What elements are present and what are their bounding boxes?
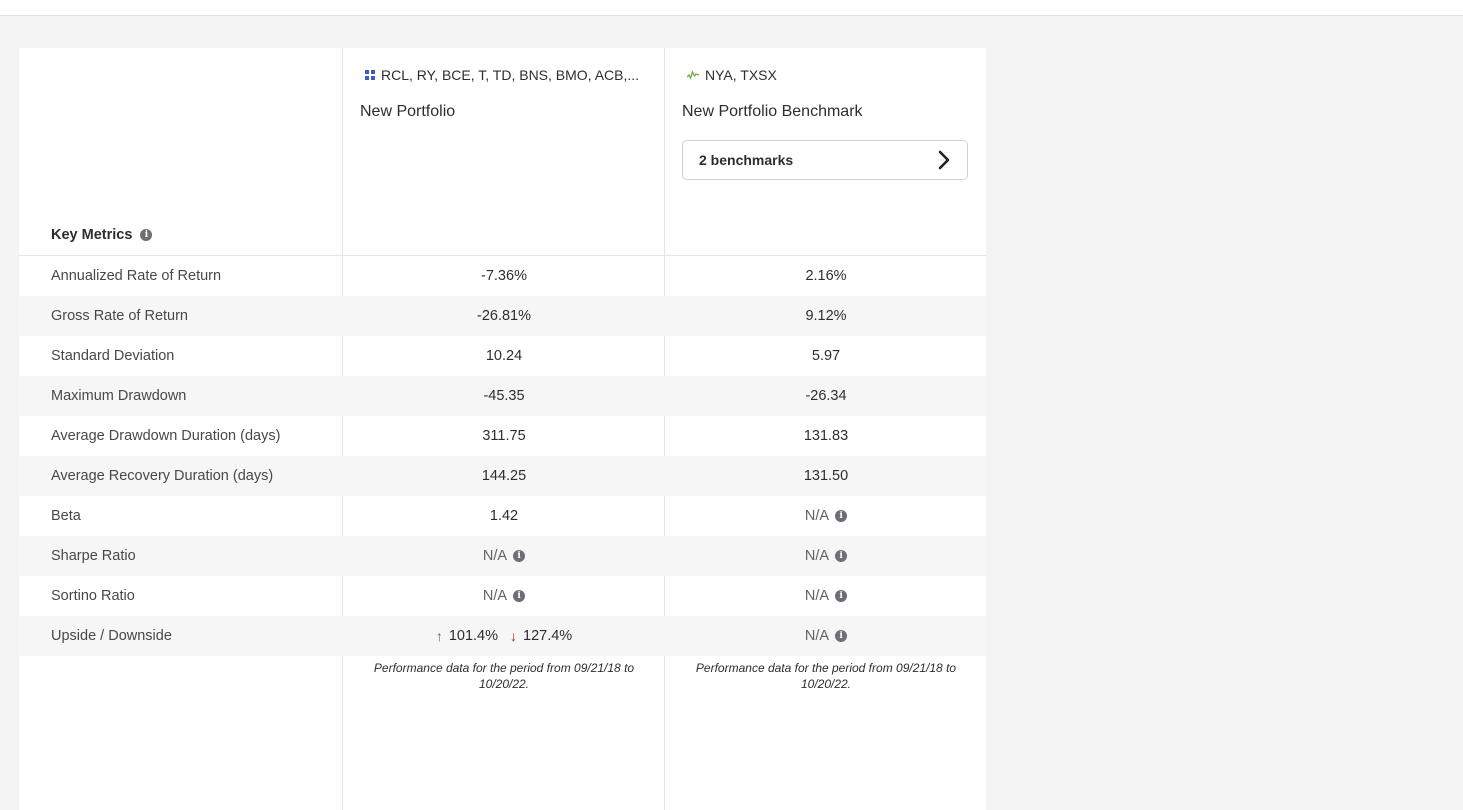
value-text: 5.97 <box>811 348 841 364</box>
benchmark-value: -26.34 <box>665 376 987 416</box>
metric-label: Maximum Drawdown <box>51 388 187 404</box>
portfolio-value: ↑ 101.4% ↓ 127.4% <box>343 616 665 656</box>
portfolio-grid-icon <box>365 70 375 80</box>
metrics-rows: Annualized Rate of Return -7.36% 2.16% G… <box>19 256 986 656</box>
metric-row: Sortino Ratio N/A i N/A i <box>19 576 986 616</box>
metric-label: Standard Deviation <box>51 348 175 364</box>
value-text: -7.36% <box>481 268 527 284</box>
benchmark-value: N/A i <box>665 496 987 536</box>
info-icon[interactable]: i <box>835 590 848 602</box>
benchmark-value: N/A i <box>665 576 987 616</box>
portfolio-value: N/A i <box>343 536 665 576</box>
portfolio-value: -7.36% <box>343 256 665 296</box>
info-icon[interactable]: i <box>835 510 848 522</box>
benchmark-period-note: Performance data for the period from 09/… <box>695 661 957 691</box>
value-text: N/A <box>804 508 830 524</box>
portfolio-value: N/A i <box>343 576 665 616</box>
value-text: 131.50 <box>803 468 849 484</box>
metric-label: Sortino Ratio <box>51 588 135 604</box>
portfolio-value: -26.81% <box>343 296 665 336</box>
benchmark-value: N/A i <box>665 536 987 576</box>
value-text: 2.16% <box>805 268 847 284</box>
portfolio-tickers: RCL, RY, BCE, T, TD, BNS, BMO, ACB,... <box>365 67 639 83</box>
metric-row: Annualized Rate of Return -7.36% 2.16% <box>19 256 986 296</box>
metric-row: Gross Rate of Return -26.81% 9.12% <box>19 296 986 336</box>
portfolio-value: 311.75 <box>343 416 665 456</box>
value-text: 9.12% <box>805 308 847 324</box>
benchmark-line-icon <box>687 70 699 80</box>
benchmark-value: 9.12% <box>665 296 987 336</box>
portfolio-name: New Portfolio <box>360 103 456 120</box>
portfolio-tickers-label: RCL, RY, BCE, T, TD, BNS, BMO, ACB,... <box>381 67 640 83</box>
benchmarks-button-label: 2 benchmarks <box>699 152 794 168</box>
value-text: N/A <box>482 588 508 604</box>
benchmark-column-header: NYA, TXSX New Portfolio Benchmark 2 benc… <box>665 48 986 255</box>
portfolio-value: 10.24 <box>343 336 665 376</box>
value-text: 144.25 <box>481 468 527 484</box>
metric-row: Beta 1.42 N/A i <box>19 496 986 536</box>
value-text: N/A <box>482 548 508 564</box>
metric-label: Gross Rate of Return <box>51 308 188 324</box>
value-text: 1.42 <box>489 508 519 524</box>
metric-label: Sharpe Ratio <box>51 548 136 564</box>
arrow-down-icon: ↓ <box>510 628 517 644</box>
metric-row: Maximum Drawdown -45.35 -26.34 <box>19 376 986 416</box>
portfolio-value: 144.25 <box>343 456 665 496</box>
arrow-up-icon: ↑ <box>435 628 443 644</box>
metric-row: Average Recovery Duration (days) 144.25 … <box>19 456 986 496</box>
benchmark-value: 131.83 <box>665 416 987 456</box>
metric-label: Annualized Rate of Return <box>51 268 222 284</box>
portfolio-value: -45.35 <box>343 376 665 416</box>
metric-label: Upside / Downside <box>51 628 172 644</box>
key-metrics-label: Key Metrics <box>51 227 133 243</box>
benchmark-tickers: NYA, TXSX <box>687 67 777 83</box>
metric-label: Average Drawdown Duration (days) <box>51 428 281 444</box>
value-text: N/A <box>804 548 830 564</box>
info-icon[interactable]: i <box>835 550 848 562</box>
portfolio-column-header: RCL, RY, BCE, T, TD, BNS, BMO, ACB,... N… <box>343 48 664 255</box>
portfolio-period-note: Performance data for the period from 09/… <box>373 661 635 691</box>
benchmark-value: 2.16% <box>665 256 987 296</box>
metric-row: Average Drawdown Duration (days) 311.75 … <box>19 416 986 456</box>
key-metrics-heading: Key Metrics i <box>51 227 153 243</box>
metric-label: Beta <box>51 508 81 524</box>
value-text: -26.81% <box>476 308 531 324</box>
chevron-right-icon <box>938 150 950 170</box>
top-bar <box>0 0 1463 16</box>
info-icon[interactable]: i <box>513 550 526 562</box>
downside-value: 127.4% <box>523 628 573 644</box>
metric-row: Standard Deviation 10.24 5.97 <box>19 336 986 376</box>
benchmarks-button[interactable]: 2 benchmarks <box>682 140 968 180</box>
info-icon[interactable]: i <box>513 590 526 602</box>
value-text: 131.83 <box>803 428 849 444</box>
value-text: N/A <box>804 628 830 644</box>
metric-row: Sharpe Ratio N/A i N/A i <box>19 536 986 576</box>
info-icon[interactable]: i <box>140 229 153 241</box>
benchmark-value: 5.97 <box>665 336 987 376</box>
metrics-comparison-table: Key Metrics i RCL, RY, BCE, T, TD, BNS, … <box>19 48 986 810</box>
metric-row: Upside / Downside ↑ 101.4% ↓ 127.4% N/A i <box>19 616 986 656</box>
benchmark-tickers-label: NYA, TXSX <box>705 67 777 83</box>
value-text: 10.24 <box>485 348 523 364</box>
value-text: N/A <box>804 588 830 604</box>
value-text: -26.34 <box>805 388 847 404</box>
benchmark-value: 131.50 <box>665 456 987 496</box>
benchmark-value: N/A i <box>665 616 987 656</box>
upside-value: 101.4% <box>448 628 498 644</box>
benchmark-name: New Portfolio Benchmark <box>682 103 863 120</box>
metric-label: Average Recovery Duration (days) <box>51 468 274 484</box>
value-text: -45.35 <box>483 388 525 404</box>
portfolio-value: 1.42 <box>343 496 665 536</box>
value-text: 311.75 <box>482 428 526 444</box>
info-icon[interactable]: i <box>835 630 848 642</box>
